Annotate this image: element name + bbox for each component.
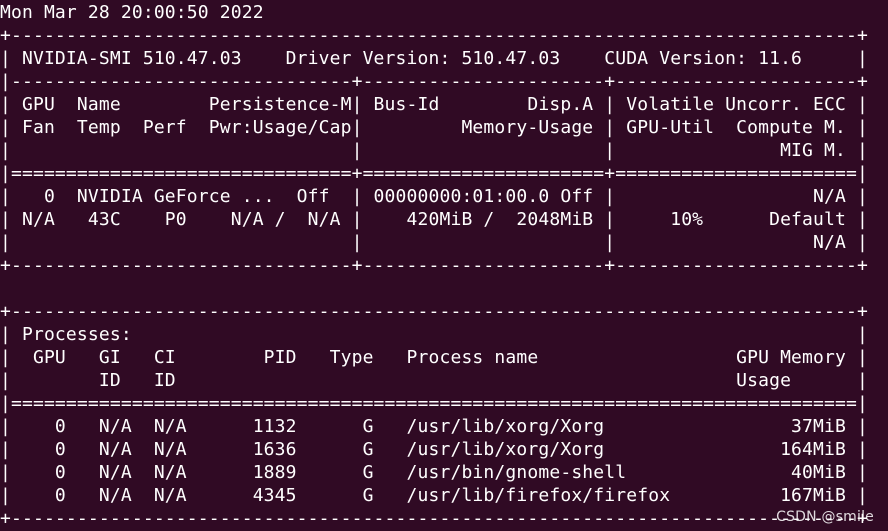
table-border: |-------------------------------+-------… — [0, 71, 868, 92]
table-border: |=======================================… — [0, 393, 868, 414]
timestamp-line: Mon Mar 28 20:00:50 2022 — [0, 2, 264, 23]
processes-header-row: | GPU GI CI PID Type Process name GPU Me… — [0, 347, 868, 368]
process-row: | 0 N/A N/A 1889 G /usr/bin/gnome-shell … — [0, 462, 868, 483]
smi-version-row: | NVIDIA-SMI 510.47.03 Driver Version: 5… — [0, 48, 868, 69]
gpu-row: | 0 NVIDIA GeForce ... Off | 00000000:01… — [0, 186, 868, 207]
process-row: | 0 N/A N/A 1636 G /usr/lib/xorg/Xorg 16… — [0, 439, 868, 460]
terminal-output: Mon Mar 28 20:00:50 2022 +---------------… — [0, 0, 888, 530]
table-border: +---------------------------------------… — [0, 301, 868, 322]
gpu-header-row: | Fan Temp Perf Pwr:Usage/Cap| Memory-Us… — [0, 117, 868, 138]
processes-title-row: | Processes: | — [0, 324, 868, 345]
gpu-header-row: | GPU Name Persistence-M| Bus-Id Disp.A … — [0, 94, 868, 115]
table-border: +-------------------------------+-------… — [0, 255, 868, 276]
gpu-header-row: | | | MIG M. | — [0, 140, 868, 161]
gpu-row: | N/A 43C P0 N/A / N/A | 420MiB / 2048Mi… — [0, 209, 868, 230]
table-border: |===============================+=======… — [0, 163, 868, 184]
table-border: +---------------------------------------… — [0, 25, 868, 46]
table-border: +---------------------------------------… — [0, 508, 868, 529]
gpu-row: | | | N/A | — [0, 232, 868, 253]
processes-header-row: | ID ID Usage | — [0, 370, 868, 391]
process-row: | 0 N/A N/A 1132 G /usr/lib/xorg/Xorg 37… — [0, 416, 868, 437]
terminal-window[interactable]: Mon Mar 28 20:00:50 2022 +---------------… — [0, 0, 888, 531]
process-row: | 0 N/A N/A 4345 G /usr/lib/firefox/fire… — [0, 485, 868, 506]
watermark-text: CSDN @smile — [776, 509, 874, 525]
